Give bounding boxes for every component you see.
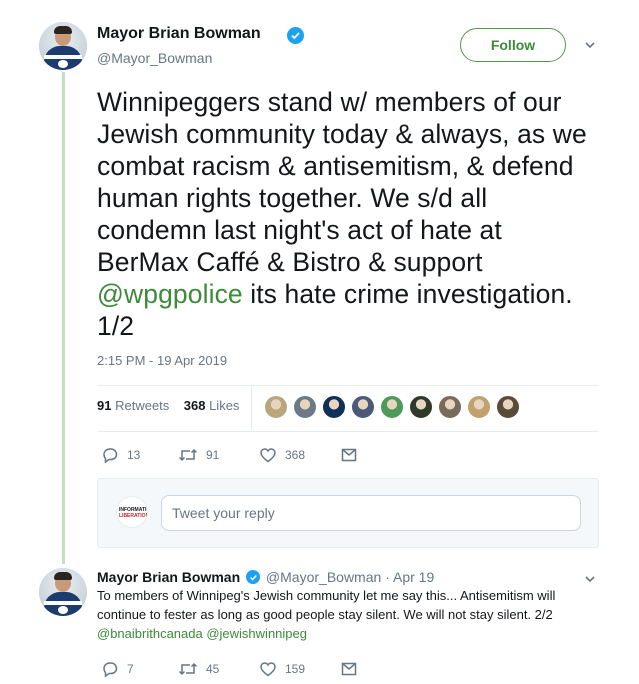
like-action[interactable]: 368 [259, 446, 305, 464]
liker-avatar[interactable] [351, 395, 375, 419]
direct-message-action[interactable] [340, 446, 358, 464]
liker-avatar[interactable] [496, 395, 520, 419]
reply-count: 13 [127, 448, 141, 462]
mention-link[interactable]: @wpgpolice [97, 279, 243, 309]
retweet-action[interactable]: 91 [178, 446, 219, 464]
author-avatar[interactable] [39, 568, 87, 616]
tweet-text: Winnipeggers stand w/ members of our Jew… [97, 86, 617, 342]
tweet-stats: 91 Retweets 368 Likes [97, 398, 239, 413]
author-avatar[interactable] [39, 22, 87, 70]
tweet-text-line: human rights together. We s/d all [97, 183, 488, 213]
verified-badge-icon [246, 570, 261, 584]
mention-link[interactable]: @bnaibrithcanada [97, 626, 203, 641]
like-count: 159 [285, 662, 306, 676]
tweet-text-line: @bnaibrithcanada @jewishwinnipeg [97, 624, 597, 643]
retweet-icon [178, 662, 198, 676]
retweets-label[interactable]: Retweets [115, 398, 169, 413]
tweet-date[interactable]: Apr 19 [393, 569, 434, 585]
reply-action[interactable]: 7 [101, 660, 134, 678]
tweet-text-line: To members of Winnipeg's Jewish communit… [97, 588, 556, 603]
verified-badge-icon [287, 27, 304, 44]
tweet-text-line: @wpgpolice its hate crime investigation. [97, 278, 617, 310]
reply-input[interactable]: Tweet your reply [161, 495, 581, 531]
like-count: 368 [285, 448, 306, 462]
heart-icon [260, 448, 276, 463]
liker-avatar[interactable] [293, 395, 317, 419]
chevron-down-icon[interactable] [583, 572, 597, 586]
tweet-text-line: Winnipeggers stand w/ members of our [97, 87, 562, 117]
author-handle[interactable]: @Mayor_Bowman [97, 50, 212, 66]
reply-action[interactable]: 13 [101, 446, 140, 464]
tweet-text-line: 1/2 [97, 311, 135, 341]
tweet-text-line: combat racism & antisemitism, & defend [97, 151, 574, 181]
tweet-text-line: Jewish community today & always, as we [97, 119, 587, 149]
divider [97, 431, 599, 432]
liker-avatar[interactable] [380, 395, 404, 419]
liker-avatar[interactable] [409, 395, 433, 419]
retweet-count: 91 [206, 448, 220, 462]
liker-avatar[interactable] [322, 395, 346, 419]
envelope-icon [341, 662, 357, 676]
likes-count[interactable]: 368 [184, 398, 206, 413]
liker-avatar[interactable] [438, 395, 462, 419]
likes-label[interactable]: Likes [209, 398, 239, 413]
direct-message-action[interactable] [340, 660, 358, 678]
avatar-logo-text: LIBERATION [119, 513, 148, 519]
tweet-meta: Mayor Brian Bowman @Mayor_Bowman · Apr 1… [97, 568, 434, 585]
retweets-count[interactable]: 91 [97, 398, 111, 413]
tweet-text-fragment: its hate crime investigation. [242, 279, 573, 309]
retweet-icon [178, 448, 198, 462]
follow-button[interactable]: Follow [460, 28, 566, 62]
like-action[interactable]: 159 [259, 660, 305, 678]
current-user-avatar[interactable]: INFORMATION LIBERATION [116, 496, 148, 528]
tweet-text-line: condemn last night's act of hate at [97, 215, 502, 245]
reply-count: 7 [127, 662, 134, 676]
retweet-action[interactable]: 45 [178, 660, 219, 678]
reply-icon [103, 662, 118, 678]
author-name[interactable]: Mayor Brian Bowman [97, 25, 261, 43]
envelope-icon [341, 448, 357, 462]
tweet-text-line: continue to fester as long as good peopl… [97, 607, 553, 622]
tweet-text-line: BerMax Caffé & Bistro & support [97, 247, 483, 277]
tweet-text: To members of Winnipeg's Jewish communit… [97, 586, 597, 643]
author-handle[interactable]: @Mayor_Bowman [266, 569, 381, 585]
reply-icon [103, 448, 118, 464]
chevron-down-icon[interactable] [583, 38, 597, 52]
retweet-count: 45 [206, 662, 220, 676]
meta-separator: · [385, 569, 390, 585]
author-name[interactable]: Mayor Brian Bowman [97, 569, 240, 585]
divider [97, 385, 599, 386]
liker-avatar[interactable] [467, 395, 491, 419]
tweet-timestamp[interactable]: 2:15 PM - 19 Apr 2019 [97, 353, 227, 368]
liker-avatar[interactable] [264, 395, 288, 419]
stats-separator [251, 386, 252, 430]
thread-connector-line [62, 72, 65, 564]
heart-icon [260, 662, 276, 677]
mention-link[interactable]: @jewishwinnipeg [206, 626, 307, 641]
